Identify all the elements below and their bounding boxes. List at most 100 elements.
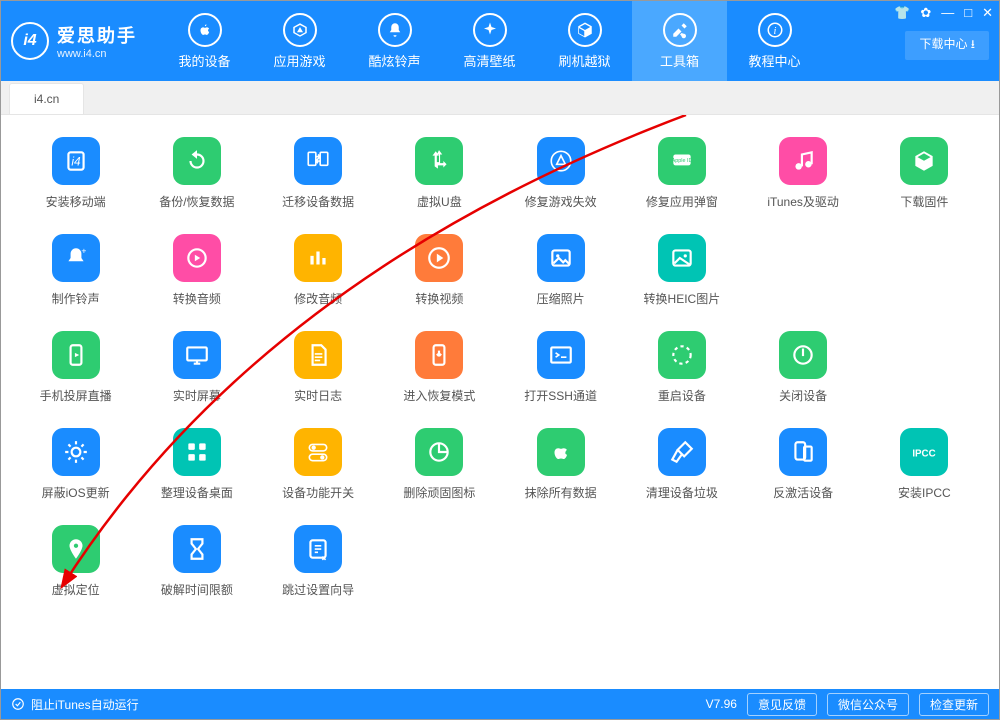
tool-monitor[interactable]: 实时屏幕 [140, 331, 253, 404]
nav-label: 教程中心 [748, 51, 800, 70]
tool-label: 反激活设备 [773, 484, 833, 501]
tool-toggles[interactable]: 设备功能开关 [262, 428, 375, 501]
logo-badge-icon: i4 [11, 22, 49, 60]
tool-label: 安装IPCC [898, 484, 951, 501]
maximize-icon[interactable]: □ [964, 5, 972, 21]
tool-phonex[interactable]: 反激活设备 [747, 428, 860, 501]
box-icon [568, 13, 602, 47]
tool-skip[interactable]: 跳过设置向导 [262, 525, 375, 598]
tab-bar: i4.cn [1, 81, 999, 115]
apple2-icon [537, 428, 585, 476]
tool-label: iTunes及驱动 [767, 193, 839, 210]
bell-icon [378, 13, 412, 47]
check-update-button[interactable]: 检查更新 [919, 693, 989, 716]
skin-icon[interactable]: 👕 [894, 5, 910, 21]
tool-label: 转换视频 [415, 290, 463, 307]
tool-ipcc[interactable]: IPCC 安装IPCC [868, 428, 981, 501]
minimize-icon[interactable]: — [941, 5, 954, 21]
nav-label: 工具箱 [660, 51, 699, 70]
nav-apple[interactable]: 我的设备 [157, 1, 252, 81]
tool-broom[interactable]: 清理设备垃圾 [625, 428, 738, 501]
tool-label: 修复游戏失效 [525, 193, 597, 210]
svg-text:IPCC: IPCC [913, 448, 936, 459]
badge-icon: i4 [52, 137, 100, 185]
wechat-button[interactable]: 微信公众号 [827, 693, 909, 716]
tool-doc[interactable]: 实时日志 [262, 331, 375, 404]
tool-transfer[interactable]: 迁移设备数据 [262, 137, 375, 210]
tool-usb[interactable]: 虚拟U盘 [383, 137, 496, 210]
restore-icon [173, 137, 221, 185]
nav-tools[interactable]: 工具箱 [632, 1, 727, 81]
tool-phonedown[interactable]: 进入恢复模式 [383, 331, 496, 404]
app-logo: i4 爱思助手 www.i4.cn [11, 22, 137, 60]
tool-music[interactable]: iTunes及驱动 [747, 137, 860, 210]
tool-hourglass[interactable]: 破解时间限额 [140, 525, 253, 598]
tool-label: 抹除所有数据 [525, 484, 597, 501]
info-icon: i [758, 13, 792, 47]
tool-image[interactable]: 压缩照片 [504, 234, 617, 307]
feedback-button[interactable]: 意见反馈 [747, 693, 817, 716]
tool-pie[interactable]: 删除顽固图标 [383, 428, 496, 501]
pin-icon [52, 525, 100, 573]
tool-play[interactable]: 转换视频 [383, 234, 496, 307]
close-icon[interactable]: ✕ [982, 5, 993, 21]
nav-label: 刷机越狱 [558, 51, 610, 70]
nav-bell[interactable]: 酷炫铃声 [347, 1, 442, 81]
tool-gearx[interactable]: 屏蔽iOS更新 [19, 428, 132, 501]
download-center-button[interactable]: 下载中心 ⭳ [905, 31, 989, 60]
svg-text:i4: i4 [71, 154, 81, 168]
tool-appstore2[interactable]: 修复游戏失效 [504, 137, 617, 210]
doc-icon [294, 331, 342, 379]
tool-label: 实时日志 [294, 387, 342, 404]
tool-audio[interactable]: 转换音频 [140, 234, 253, 307]
skip-icon [294, 525, 342, 573]
status-bar: 阻止iTunes自动运行 V7.96 意见反馈 微信公众号 检查更新 [1, 689, 999, 719]
usb-icon [415, 137, 463, 185]
toolbox-panel: i4安装移动端备份/恢复数据迁移设备数据虚拟U盘修复游戏失效 Apple ID 修复… [1, 115, 999, 689]
tool-badge[interactable]: i4安装移动端 [19, 137, 132, 210]
tool-heic[interactable]: 转换HEIC图片 [625, 234, 738, 307]
tool-apple2[interactable]: 抹除所有数据 [504, 428, 617, 501]
nav-info[interactable]: i 教程中心 [727, 1, 822, 81]
appstore-icon [283, 13, 317, 47]
svg-text:Apple ID: Apple ID [672, 158, 693, 164]
tool-label: 跳过设置向导 [282, 581, 354, 598]
tool-power[interactable]: 关闭设备 [747, 331, 860, 404]
tool-eq[interactable]: 修改音频 [262, 234, 375, 307]
app-name-en: www.i4.cn [57, 48, 137, 60]
tool-restore[interactable]: 备份/恢复数据 [140, 137, 253, 210]
phoneplay-icon [52, 331, 100, 379]
tool-spinner[interactable]: 重启设备 [625, 331, 738, 404]
tool-label: 转换音频 [173, 290, 221, 307]
toggles-icon [294, 428, 342, 476]
tool-label: 修改音频 [294, 290, 342, 307]
tool-terminal[interactable]: 打开SSH通道 [504, 331, 617, 404]
nav-appstore[interactable]: 应用游戏 [252, 1, 347, 81]
tool-appleid[interactable]: Apple ID 修复应用弹窗 [625, 137, 738, 210]
terminal-icon [537, 331, 585, 379]
transfer-icon [294, 137, 342, 185]
tab-i4cn[interactable]: i4.cn [9, 83, 84, 114]
tool-label: 关闭设备 [779, 387, 827, 404]
tool-grid[interactable]: 整理设备桌面 [140, 428, 253, 501]
tool-label: 屏蔽iOS更新 [42, 484, 110, 501]
block-itunes-label[interactable]: 阻止iTunes自动运行 [31, 696, 139, 713]
spinner-icon [658, 331, 706, 379]
tool-phoneplay[interactable]: 手机投屏直播 [19, 331, 132, 404]
tool-pin[interactable]: 虚拟定位 [19, 525, 132, 598]
settings-icon[interactable]: ✿ [920, 5, 931, 21]
hourglass-icon [173, 525, 221, 573]
tool-label: 打开SSH通道 [524, 387, 597, 404]
ipcc-icon: IPCC [900, 428, 948, 476]
appleid-icon: Apple ID [658, 137, 706, 185]
tool-cube[interactable]: 下载固件 [868, 137, 981, 210]
check-circle-icon [11, 697, 25, 711]
tool-label: 修复应用弹窗 [646, 193, 718, 210]
tools-icon [663, 13, 697, 47]
nav-sparkle[interactable]: 高清壁纸 [442, 1, 537, 81]
tool-label: 整理设备桌面 [161, 484, 233, 501]
tool-bellplus[interactable]: +制作铃声 [19, 234, 132, 307]
tool-label: 下载固件 [900, 193, 948, 210]
nav-box[interactable]: 刷机越狱 [537, 1, 632, 81]
music-icon [779, 137, 827, 185]
